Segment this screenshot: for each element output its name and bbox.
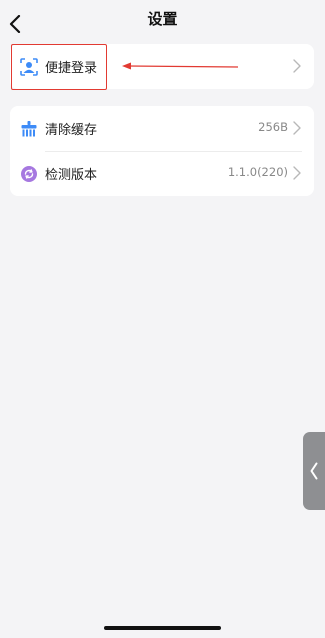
nav-bar: 设置 bbox=[0, 0, 325, 36]
home-indicator bbox=[104, 626, 221, 630]
chevron-left-icon bbox=[310, 462, 318, 480]
quick-login-label: 便捷登录 bbox=[45, 61, 98, 76]
version-icon bbox=[19, 164, 39, 184]
cache-size-value: 256B bbox=[258, 120, 288, 134]
page-title: 设置 bbox=[147, 10, 178, 28]
quick-login-row[interactable]: 便捷登录 bbox=[10, 44, 314, 89]
settings-card: 清除缓存 256B 检测版本 1.1.0(220) bbox=[10, 106, 314, 196]
side-drawer-handle[interactable] bbox=[303, 432, 325, 510]
check-version-row[interactable]: 检测版本 1.1.0(220) bbox=[10, 151, 314, 196]
chevron-right-icon bbox=[293, 121, 301, 135]
version-value: 1.1.0(220) bbox=[227, 165, 288, 179]
broom-icon bbox=[19, 119, 39, 139]
face-id-icon bbox=[19, 57, 39, 77]
chevron-right-icon bbox=[293, 59, 301, 73]
check-version-label: 检测版本 bbox=[45, 168, 98, 183]
clear-cache-row[interactable]: 清除缓存 256B bbox=[10, 106, 314, 152]
clear-cache-label: 清除缓存 bbox=[45, 123, 98, 138]
chevron-right-icon bbox=[293, 166, 301, 180]
quick-login-card: 便捷登录 bbox=[10, 44, 314, 89]
